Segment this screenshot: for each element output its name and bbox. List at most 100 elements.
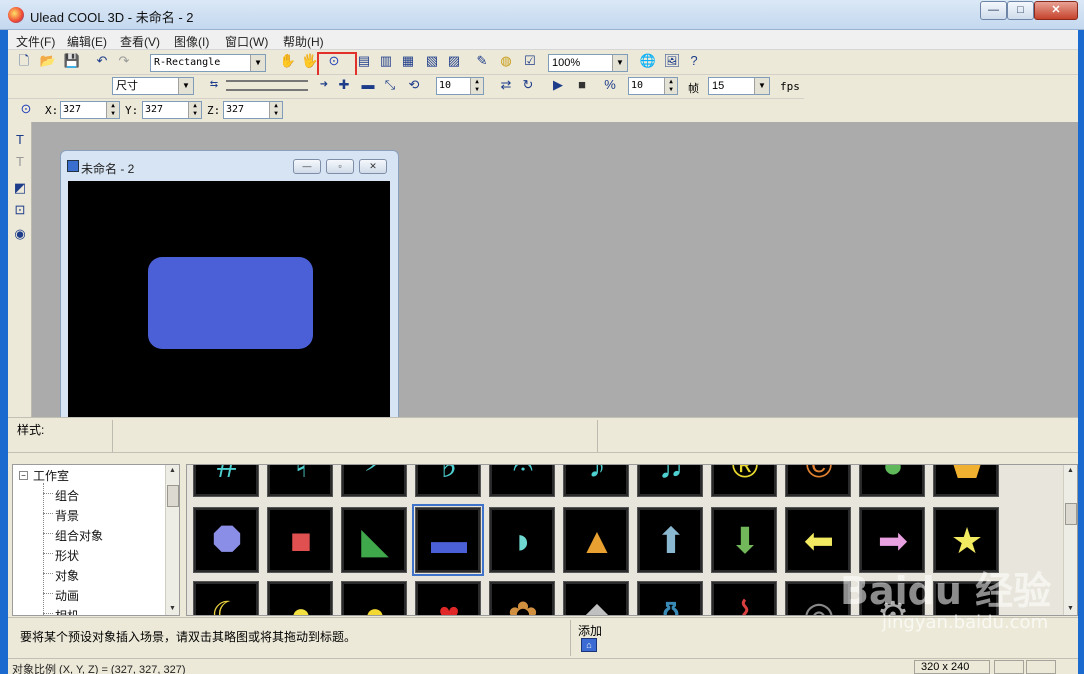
- view-front-icon[interactable]: ▤: [354, 51, 374, 71]
- tree-item-shape[interactable]: 形状: [55, 547, 79, 564]
- scroll-thumb[interactable]: [167, 485, 179, 507]
- thumbnail-item[interactable]: ®: [711, 465, 777, 497]
- menu-view[interactable]: 查看(V): [120, 33, 160, 50]
- repeat-icon[interactable]: ↻: [518, 75, 538, 95]
- doc-maximize-button[interactable]: ▫: [326, 159, 354, 174]
- thumbnail-item[interactable]: ♥: [415, 581, 481, 615]
- pan-hand-icon[interactable]: ✋: [278, 51, 298, 71]
- loop-icon[interactable]: ⇄: [496, 75, 516, 95]
- wand-icon[interactable]: ✎: [472, 51, 492, 71]
- thumbnail-item[interactable]: ◆: [563, 581, 629, 615]
- undo-icon[interactable]: ↶: [92, 51, 112, 71]
- image-export-icon[interactable]: 🖼: [662, 51, 682, 71]
- thumbnail-item[interactable]: ⬆: [637, 507, 703, 573]
- fps-select[interactable]: 15 ▼: [708, 77, 770, 95]
- thumbnail-item[interactable]: ©: [785, 465, 851, 497]
- close-button[interactable]: ✕: [1034, 1, 1078, 20]
- stretch-icon[interactable]: ⤡: [380, 75, 400, 95]
- text-edit-icon[interactable]: T: [10, 130, 30, 150]
- doc-minimize-button[interactable]: —: [293, 159, 321, 174]
- thumbnail-item[interactable]: ✿: [489, 581, 555, 615]
- tree-root[interactable]: 工作室: [33, 467, 69, 484]
- thumbnail-item[interactable]: ⯃: [193, 507, 259, 573]
- thumbnail-item[interactable]: ⌇: [711, 581, 777, 615]
- rounded-rectangle-object[interactable]: [148, 257, 313, 349]
- tree-item-composite[interactable]: 组合对象: [55, 527, 103, 544]
- document-window[interactable]: 未命名 - 2 — ▫ ✕: [60, 150, 399, 421]
- gallery-scrollbar[interactable]: ▲ ▼: [1063, 465, 1077, 615]
- view-persp-icon[interactable]: ▧: [422, 51, 442, 71]
- add-key-icon[interactable]: ✚: [334, 75, 354, 95]
- thumbnail-item[interactable]: ☾: [193, 581, 259, 615]
- select-object-icon[interactable]: ⊡: [10, 200, 30, 220]
- globe-icon[interactable]: ◍: [496, 51, 516, 71]
- thumbnail-item[interactable]: ⬇: [711, 507, 777, 573]
- z-spinner[interactable]: 327 ▲ ▼: [223, 101, 283, 119]
- thumbnail-item[interactable]: ▲: [563, 507, 629, 573]
- thumbnail-item[interactable]: ▬: [412, 504, 484, 576]
- scroll-up-icon[interactable]: ▲: [166, 465, 179, 477]
- tree-item-camera[interactable]: 相机: [55, 607, 79, 615]
- add-object-icon[interactable]: ⌂: [581, 638, 597, 652]
- line-tool-icon[interactable]: ▬: [358, 75, 378, 95]
- web-export-icon[interactable]: 🌐: [638, 51, 658, 71]
- object-select[interactable]: R-Rectangle ▼: [150, 54, 266, 72]
- tree-item-animation[interactable]: 动画: [55, 587, 79, 604]
- open-folder-icon[interactable]: 📂: [38, 51, 58, 71]
- menu-file[interactable]: 文件(F): [16, 33, 55, 50]
- keyframe-spinner[interactable]: 10 ▲ ▼: [436, 77, 484, 95]
- doc-close-button[interactable]: ✕: [359, 159, 387, 174]
- zoom-select[interactable]: 100% ▼: [548, 54, 628, 72]
- view-top-icon[interactable]: ▥: [376, 51, 396, 71]
- y-spinner[interactable]: 327 ▲ ▼: [142, 101, 202, 119]
- collapse-icon[interactable]: −: [19, 471, 28, 480]
- scroll-down-icon[interactable]: ▼: [166, 603, 179, 615]
- thumbnail-item[interactable]: ♮: [267, 465, 333, 497]
- thumbnail-item[interactable]: ◣: [341, 507, 407, 573]
- redo-icon[interactable]: ↷: [114, 51, 134, 71]
- minimize-button[interactable]: —: [980, 1, 1007, 20]
- thumbnail-item[interactable]: #: [193, 465, 259, 497]
- help-pointer-icon[interactable]: ?: [684, 51, 704, 71]
- checkbox-edit-icon[interactable]: ☑: [520, 51, 540, 71]
- tree-scrollbar[interactable]: ▲ ▼: [165, 465, 179, 615]
- timeline-slider[interactable]: [226, 80, 308, 82]
- thumbnail-item[interactable]: ♫: [637, 465, 703, 497]
- tree-item-object[interactable]: 对象: [55, 567, 79, 584]
- thumbnail-item[interactable]: 𝄐: [489, 465, 555, 497]
- menu-help[interactable]: 帮助(H): [283, 33, 324, 50]
- tree-item-group[interactable]: 组合: [55, 487, 79, 504]
- maximize-button[interactable]: □: [1007, 1, 1034, 20]
- scroll-thumb[interactable]: [1065, 503, 1077, 525]
- reverse-icon[interactable]: ⟲: [404, 75, 424, 95]
- percent-icon[interactable]: %: [600, 75, 620, 95]
- menu-image[interactable]: 图像(I): [174, 33, 209, 50]
- view-side-icon[interactable]: ▦: [398, 51, 418, 71]
- thumbnail-item[interactable]: 𝄢: [341, 465, 407, 497]
- object-position-icon[interactable]: ⊙: [16, 99, 36, 119]
- object-edit-icon[interactable]: ◩: [10, 178, 30, 198]
- scene-canvas[interactable]: [68, 181, 390, 421]
- timeline-arrow-icon[interactable]: ➜: [314, 75, 334, 95]
- tree-item-background[interactable]: 背景: [55, 507, 79, 524]
- new-file-icon[interactable]: 🗋: [14, 51, 34, 71]
- rotate-object-icon[interactable]: ◉: [10, 224, 30, 244]
- attribute-select[interactable]: 尺寸 ▼: [112, 77, 194, 95]
- stop-icon[interactable]: ■: [572, 75, 592, 95]
- thumbnail-item[interactable]: ●: [859, 465, 925, 497]
- play-icon[interactable]: ▶: [548, 75, 568, 95]
- frame-count-spinner[interactable]: 10 ▲ ▼: [628, 77, 678, 95]
- thumbnail-item[interactable]: ♭: [415, 465, 481, 497]
- thumbnail-item[interactable]: ⬟: [933, 465, 999, 497]
- thumbnail-item[interactable]: ◗: [489, 507, 555, 573]
- thumbnail-item[interactable]: ●: [341, 581, 407, 615]
- scroll-up-icon[interactable]: ▲: [1064, 465, 1077, 477]
- text-insert-icon[interactable]: T: [10, 152, 30, 172]
- x-spinner[interactable]: 327 ▲ ▼: [60, 101, 120, 119]
- menu-window[interactable]: 窗口(W): [225, 33, 268, 50]
- menu-edit[interactable]: 编辑(E): [67, 33, 107, 50]
- save-icon[interactable]: 💾: [62, 51, 82, 71]
- thumbnail-item[interactable]: ⚱: [637, 581, 703, 615]
- scroll-down-icon[interactable]: ▼: [1064, 603, 1077, 615]
- thumbnail-item[interactable]: ●: [267, 581, 333, 615]
